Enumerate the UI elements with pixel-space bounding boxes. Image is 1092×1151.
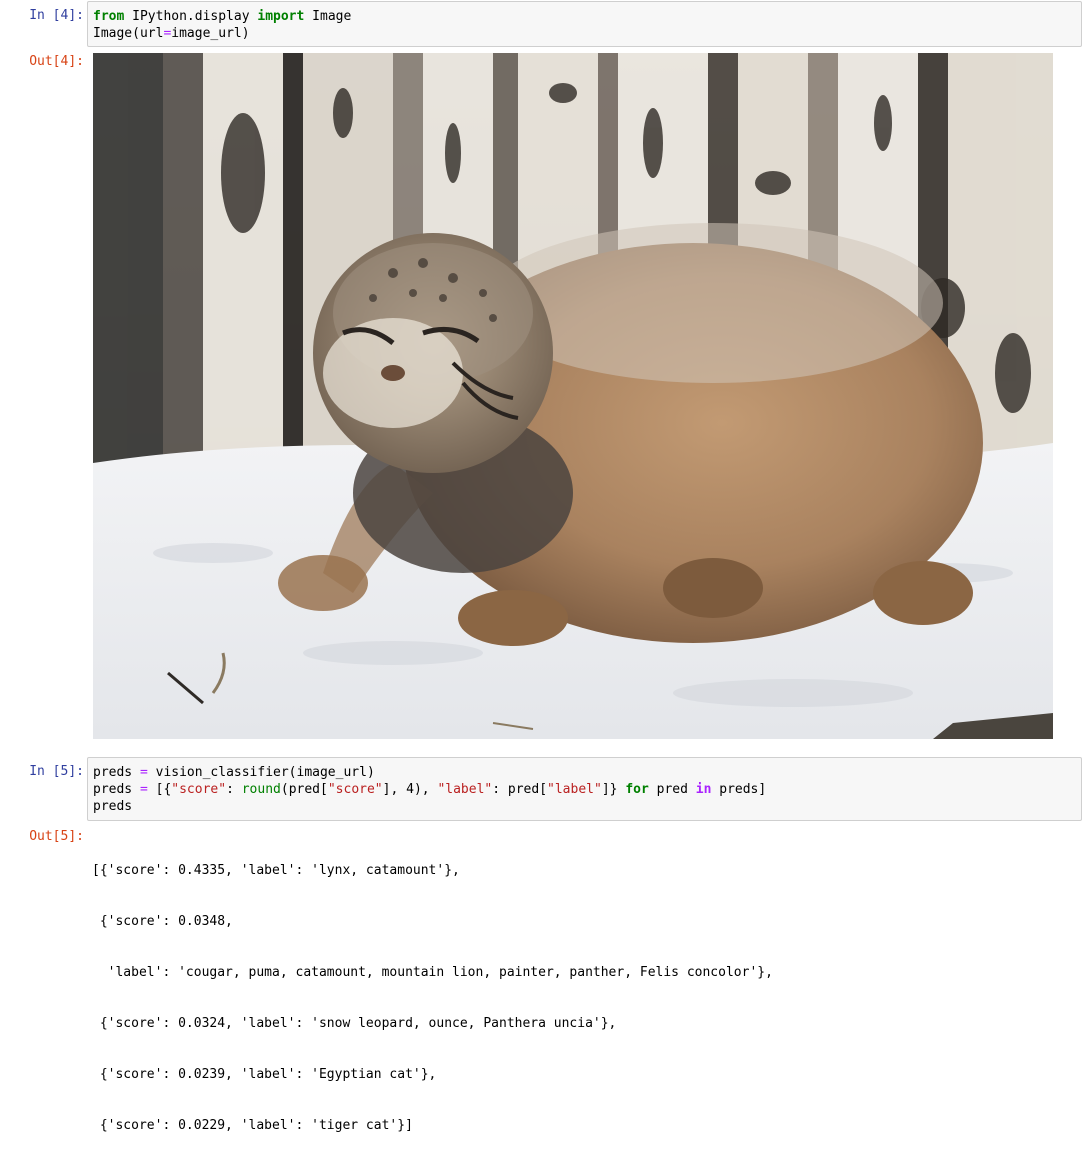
code-token: Image [304, 9, 352, 24]
code-token: "label" [547, 782, 602, 797]
cell-4-in-prompt: In [4]: [29, 8, 84, 23]
code-token: in [695, 782, 712, 797]
code-token: preds] [711, 782, 767, 797]
cell-5-code-line-1: preds = vision_classifier(image_url) [93, 764, 1076, 781]
pallas-cat-photo [93, 53, 1053, 739]
code-token: IPython.display [124, 9, 258, 24]
code-token: : [226, 782, 242, 797]
code-token: (pred[ [280, 782, 328, 797]
code-token: preds [93, 799, 133, 814]
code-token: "label" [437, 782, 493, 797]
cell-5-code-input[interactable]: preds = vision_classifier(image_url) pre… [87, 757, 1082, 821]
output-line: {'score': 0.0239, 'label': 'Egyptian cat… [92, 1067, 437, 1082]
code-token: pred [648, 782, 696, 797]
output-line: 'label': 'cougar, puma, catamount, mount… [92, 965, 773, 980]
cell-4-code-input[interactable]: from IPython.display import Image Image(… [87, 1, 1082, 47]
code-token: "score" [327, 782, 383, 797]
output-line: {'score': 0.0324, 'label': 'snow leopard… [92, 1016, 617, 1031]
cell-4-output-image [93, 53, 1053, 739]
cell-5-in-prompt: In [5]: [29, 764, 84, 779]
code-token: preds [93, 782, 140, 797]
cell-4-code-line-2: Image(url=image_url) [93, 25, 1076, 42]
code-token: : pred[ [492, 782, 548, 797]
code-token: ], 4), [382, 782, 438, 797]
output-line: {'score': 0.0348, [92, 914, 233, 929]
code-token: vision_classifier(image_url) [147, 765, 375, 780]
cell-5-out-prompt: Out[5]: [29, 829, 84, 844]
code-token: [{ [147, 782, 172, 797]
code-token: import [257, 9, 305, 24]
cell-5-code-line-2: preds = [{"score": round(pred["score"], … [93, 781, 1076, 798]
code-token: = [139, 765, 148, 780]
code-token: image_url) [171, 26, 250, 41]
code-token: = [139, 782, 148, 797]
code-token: from [93, 9, 125, 24]
code-token: preds [93, 765, 140, 780]
code-token: round [241, 782, 281, 797]
code-token: Image(url [93, 26, 164, 41]
code-token: ]} [601, 782, 626, 797]
cell-4-out-prompt: Out[4]: [29, 54, 84, 69]
code-token: "score" [171, 782, 227, 797]
output-line: [{'score': 0.4335, 'label': 'lynx, catam… [92, 863, 460, 878]
cell-4-code-line-1: from IPython.display import Image [93, 8, 1076, 25]
cell-5-code-line-3: preds [93, 798, 1076, 815]
output-line: {'score': 0.0229, 'label': 'tiger cat'}] [92, 1118, 413, 1133]
code-token: for [625, 782, 649, 797]
cell-5-output-text: [{'score': 0.4335, 'label': 'lynx, catam… [92, 828, 773, 1151]
